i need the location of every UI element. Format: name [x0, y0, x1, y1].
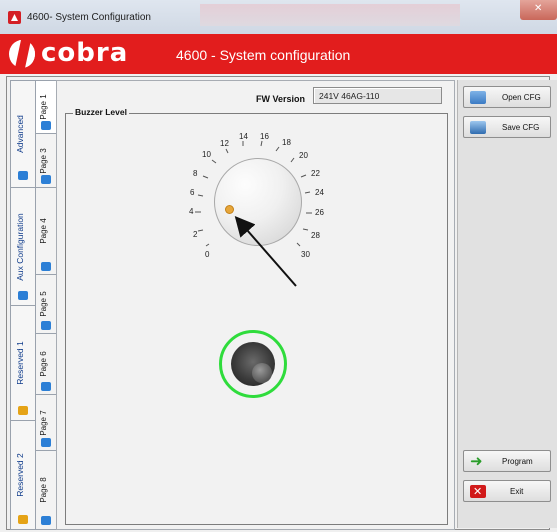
briefcase-icon	[18, 291, 28, 300]
tab-label: Page 8	[39, 477, 48, 503]
exit-label: Exit	[510, 487, 524, 496]
section-label: Reserved 1	[15, 341, 25, 385]
knob-tick-20: 20	[299, 151, 308, 160]
section-label: Reserved 2	[15, 453, 25, 497]
tab-label: Page 6	[39, 351, 48, 377]
briefcase-icon	[41, 175, 51, 184]
cobra-logo-text: cobra	[41, 38, 129, 68]
briefcase-icon	[41, 121, 51, 130]
briefcase-icon	[41, 262, 51, 271]
page-heading: 4600 - System configuration	[176, 47, 351, 63]
section-tab-advanced[interactable]: Advanced	[10, 80, 36, 188]
buzzer-level-knob[interactable]	[214, 158, 302, 246]
knob-tick-2: 2	[193, 230, 198, 239]
save-cfg-button[interactable]: Save CFG	[463, 116, 551, 138]
tab-page-7[interactable]: Page 7	[35, 394, 57, 451]
section-label: Advanced	[15, 115, 25, 153]
tab-page-4[interactable]: Page 4	[35, 187, 57, 275]
banner: cobra 4600 - System configuration	[0, 34, 557, 74]
vertical-tab-strip: Advanced Page 1 Page 3 Aux Configuration…	[10, 80, 57, 530]
tab-label: Page 7	[39, 409, 48, 436]
tab-label: Page 3	[39, 147, 48, 174]
tab-page-6[interactable]: Page 6	[35, 333, 57, 395]
exit-icon	[470, 485, 486, 498]
knob-tick-14: 14	[239, 132, 248, 141]
tab-page-1[interactable]: Page 1	[35, 80, 57, 134]
speaker-icon	[231, 342, 275, 386]
briefcase-icon	[41, 516, 51, 525]
briefcase-icon	[41, 321, 51, 330]
knob-tick-26: 26	[315, 208, 324, 217]
buzzer-level-label: Buzzer Level	[73, 107, 129, 117]
open-cfg-button[interactable]: Open CFG	[463, 86, 551, 108]
tab-label: Page 5	[39, 291, 48, 317]
exit-button[interactable]: Exit	[463, 480, 551, 502]
section-label: Aux Configuration	[15, 212, 25, 281]
program-label: Program	[502, 457, 533, 466]
tab-page-8[interactable]: Page 8	[35, 450, 57, 530]
knob-tick-12: 12	[220, 139, 229, 148]
knob-tick-30: 30	[301, 250, 310, 259]
program-arrow-icon	[470, 452, 486, 470]
knob-tick-8: 8	[193, 169, 198, 178]
fw-version-label: FW Version	[256, 94, 306, 104]
app-icon	[8, 11, 21, 24]
knob-tick-28: 28	[311, 231, 320, 240]
tab-page-5[interactable]: Page 5	[35, 274, 57, 334]
tab-label: Page 4	[39, 218, 48, 244]
briefcase-icon	[41, 382, 51, 391]
taskbar-ghost	[200, 4, 460, 26]
knob-tick-10: 10	[202, 150, 211, 159]
open-cfg-label: Open CFG	[502, 93, 541, 102]
save-cfg-label: Save CFG	[502, 123, 540, 132]
section-tab-aux-configuration[interactable]: Aux Configuration	[10, 187, 36, 306]
save-icon	[470, 121, 486, 134]
briefcase-icon	[41, 438, 51, 447]
lock-icon	[18, 515, 28, 524]
speaker-button[interactable]	[219, 330, 287, 398]
close-icon[interactable]	[520, 0, 557, 20]
fw-version-field: 241V 46AG-110	[313, 87, 442, 104]
knob-indicator	[226, 206, 233, 213]
knob-tick-24: 24	[315, 188, 324, 197]
speaker-cone	[252, 363, 272, 383]
program-button[interactable]: Program	[463, 450, 551, 472]
cobra-logo-mark-icon	[9, 40, 35, 68]
knob-tick-6: 6	[190, 188, 195, 197]
briefcase-icon	[18, 171, 28, 180]
knob-tick-18: 18	[282, 138, 291, 147]
knob-tick-0: 0	[205, 250, 210, 259]
lock-icon	[18, 406, 28, 415]
cobra-logo: cobra	[9, 38, 159, 68]
knob-tick-16: 16	[260, 132, 269, 141]
section-tab-reserved-2[interactable]: Reserved 2	[10, 420, 36, 530]
title-bar: 4600- System Configuration	[0, 0, 557, 35]
tab-page-3[interactable]: Page 3	[35, 133, 57, 188]
window-title: 4600- System Configuration	[27, 12, 151, 23]
knob-tick-22: 22	[311, 169, 320, 178]
knob-tick-4: 4	[189, 207, 194, 216]
tab-label: Page 1	[39, 94, 48, 120]
section-tab-reserved-1[interactable]: Reserved 1	[10, 305, 36, 421]
folder-open-icon	[470, 91, 486, 104]
